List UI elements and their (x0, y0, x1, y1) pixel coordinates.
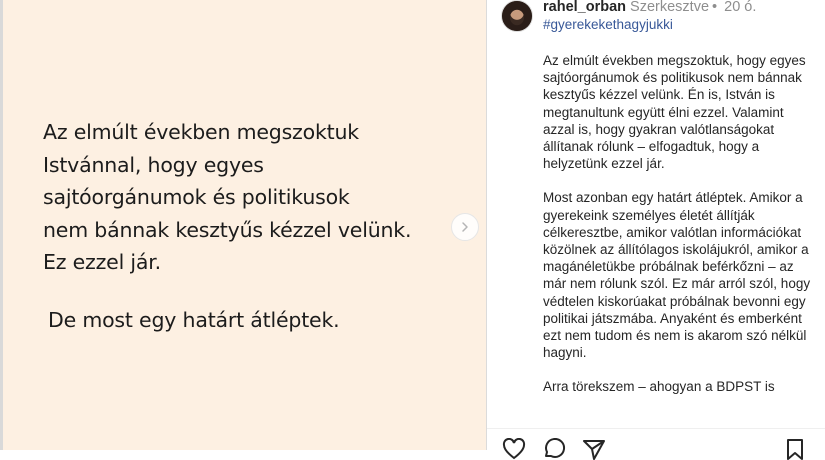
slide-line: Az elmúlt években megszoktuk (43, 120, 359, 144)
chevron-right-icon (462, 222, 468, 232)
post-action-bar (487, 428, 825, 460)
caption-paragraph: Most azonban egy határt átléptek. Amikor… (543, 190, 811, 361)
edited-label: Szerkesztve (630, 0, 710, 15)
post-details-panel: rahel_orban Szerkesztve • 20 ó. #gyerekek… (487, 0, 825, 450)
slide-text-paragraph-2: De most egy határt átléptek. (48, 308, 340, 332)
paper-plane-icon[interactable] (582, 438, 606, 460)
slide-line: Ez ezzel jár. (43, 250, 161, 274)
slide-text-paragraph-1: Az elmúlt években megszoktuk Istvánnal, … (43, 116, 463, 279)
caption-paragraph: Az elmúlt években megszoktuk, hogy egyes… (543, 53, 806, 172)
bookmark-icon[interactable] (785, 438, 805, 460)
instagram-post-frame: Az elmúlt években megszoktuk Istvánnal, … (0, 0, 825, 460)
caption-paragraph: Arra törekszem – ahogyan a BDPST is (543, 379, 775, 395)
username-link[interactable]: rahel_orban (543, 0, 626, 15)
post-time[interactable]: 20 ó. (724, 0, 756, 15)
post-caption: Az elmúlt években megszoktuk, hogy egyes… (543, 52, 813, 396)
heart-icon[interactable] (502, 438, 526, 460)
post-header: rahel_orban Szerkesztve • 20 ó. (543, 0, 756, 15)
slide-line: Istvánnal, hogy egyes (43, 152, 264, 177)
comment-icon[interactable] (543, 438, 567, 460)
slide-line: sajtóorgánumok és politikusok (43, 185, 350, 209)
slide-line: nem bánnak kesztyűs kézzel velünk. (43, 217, 412, 242)
avatar[interactable] (501, 0, 533, 32)
separator-dot: • (712, 0, 718, 15)
carousel-next-button[interactable] (451, 213, 479, 241)
hashtag-link[interactable]: #gyerekekethagyjukki (543, 17, 673, 32)
carousel-slide: Az elmúlt években megszoktuk Istvánnal, … (3, 0, 486, 450)
